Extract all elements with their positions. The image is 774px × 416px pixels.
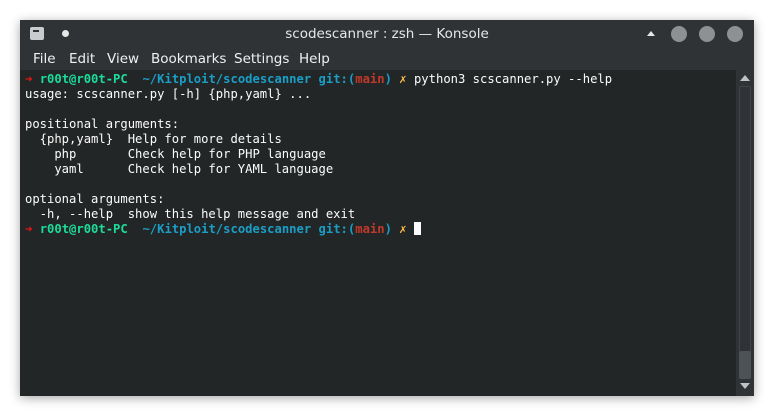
prompt-branch: main — [355, 72, 385, 86]
scrollbar-thumb[interactable] — [739, 351, 751, 379]
menu-help[interactable]: Help — [299, 51, 330, 67]
output-line: yaml Check help for YAML language — [25, 162, 334, 176]
prompt-dirty-mark: ✗ — [399, 72, 407, 86]
prompt-path: ~/Kitploit/scodescanner — [142, 222, 312, 236]
prompt-git-close: ) — [384, 222, 392, 236]
konsole-app-icon[interactable] — [30, 27, 44, 40]
prompt-path: ~/Kitploit/scodescanner — [142, 72, 312, 86]
menu-edit[interactable]: Edit — [69, 51, 95, 67]
menu-bar: File Edit View Bookmarks Settings Help — [20, 48, 754, 70]
text-cursor — [413, 222, 421, 235]
prompt-user-host: r00t@r00t-PC — [39, 222, 128, 236]
keep-above-icon[interactable] — [647, 31, 655, 36]
prompt-user-host: r00t@r00t-PC — [39, 72, 128, 86]
scroll-up-arrow-icon[interactable] — [740, 75, 750, 81]
title-bar[interactable]: scodescanner : zsh — Konsole — [20, 20, 754, 48]
command-text: python3 scscanner.py --help — [413, 72, 613, 86]
menu-file[interactable]: File — [33, 51, 56, 67]
scroll-down-arrow-icon[interactable] — [740, 383, 750, 389]
menu-view[interactable]: View — [107, 51, 139, 67]
prompt-arrow: ➜ — [25, 222, 33, 236]
output-line: optional arguments: — [25, 192, 165, 206]
maximize-button[interactable] — [699, 26, 715, 42]
menu-bookmarks[interactable]: Bookmarks — [151, 51, 226, 67]
prompt-git-label: git:( — [318, 222, 356, 236]
output-line: usage: scscanner.py [-h] {php,yaml} ... — [25, 87, 312, 101]
prompt-arrow: ➜ — [25, 72, 33, 86]
prompt-line-current: ➜ r00t@r00t-PC ~/Kitploit/scodescanner g… — [25, 222, 421, 237]
output-line: -h, --help show this help message and ex… — [25, 207, 356, 221]
pin-dot-icon[interactable] — [62, 30, 69, 37]
scrollbar-track[interactable] — [739, 86, 751, 379]
minimize-button[interactable] — [671, 26, 687, 42]
konsole-window: scodescanner : zsh — Konsole File Edit V… — [20, 20, 754, 396]
terminal-view[interactable]: ➜ r00t@r00t-PC ~/Kitploit/scodescanner g… — [20, 70, 736, 396]
window-title: scodescanner : zsh — Konsole — [285, 26, 489, 42]
close-button[interactable] — [727, 26, 743, 42]
vertical-scrollbar[interactable] — [736, 70, 754, 396]
output-line: php Check help for PHP language — [25, 147, 326, 161]
prompt-git-close: ) — [384, 72, 392, 86]
prompt-line-command: ➜ r00t@r00t-PC ~/Kitploit/scodescanner g… — [25, 72, 612, 87]
prompt-git-label: git:( — [318, 72, 356, 86]
output-line: positional arguments: — [25, 117, 180, 131]
prompt-branch: main — [355, 222, 385, 236]
prompt-dirty-mark: ✗ — [399, 222, 407, 236]
output-line: {php,yaml} Help for more details — [25, 132, 282, 146]
menu-settings[interactable]: Settings — [234, 51, 289, 67]
